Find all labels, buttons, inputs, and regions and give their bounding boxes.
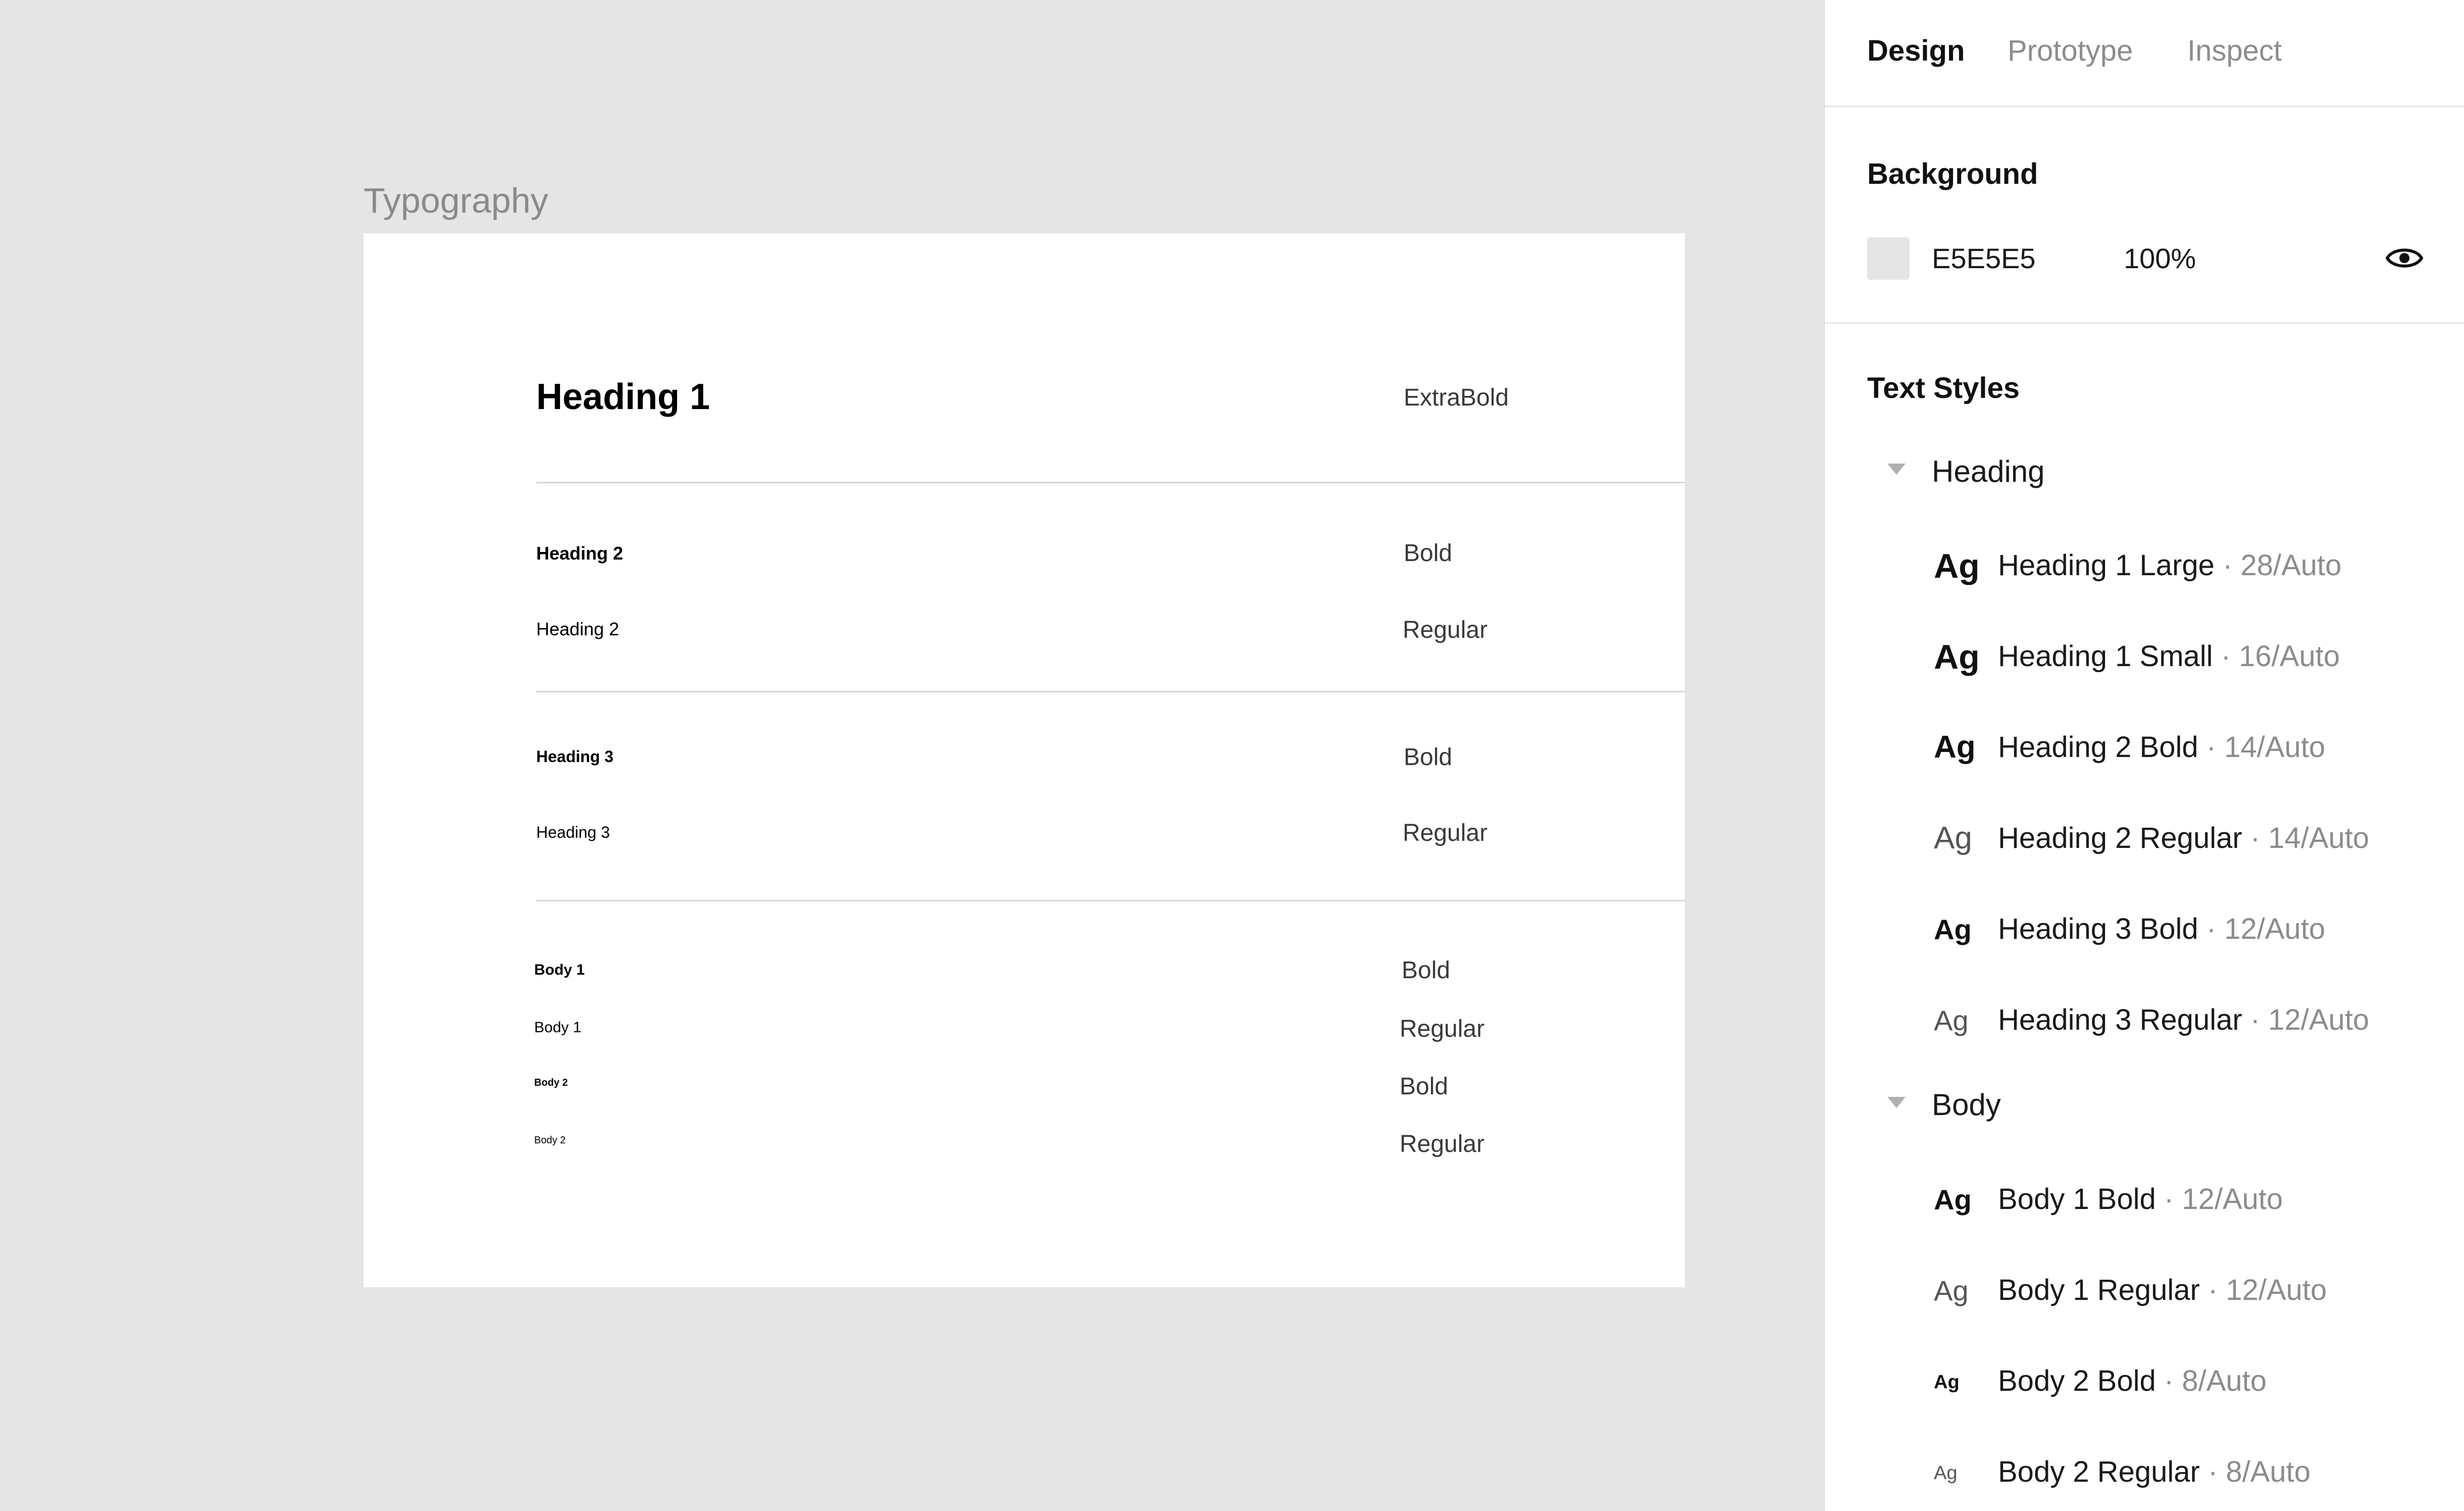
tab-prototype[interactable]: Prototype [2008,36,2133,66]
caret-down-icon[interactable] [1887,464,1906,475]
text-style-label: Heading 3 Regular [1998,1003,2242,1036]
row-weight-extrabold: ExtraBold [1404,384,1509,411]
tab-design[interactable]: Design [1867,36,1965,66]
row-name-body-2-regular: Body 2 [534,1135,566,1146]
row-name-heading-3-regular: Heading 3 [536,823,610,841]
text-style-name: Body 2 Regular · 8/Auto [1998,1457,2311,1487]
typography-frame[interactable]: Heading 1 ExtraBold Heading 2 Bold Headi… [364,233,1685,1287]
row-weight-regular: Regular [1403,820,1488,846]
text-style-label: Body 1 Bold [1998,1183,2156,1216]
text-style-preview-icon: Ag [1934,821,1972,855]
row-weight-bold: Bold [1404,744,1453,771]
text-style-size: · 8/Auto [2208,1455,2311,1488]
background-color-swatch[interactable] [1867,237,1910,280]
row-weight-regular: Regular [1400,1131,1485,1157]
tab-inspect[interactable]: Inspect [2187,36,2282,66]
text-style-size: · 14/Auto [2206,731,2326,764]
row-weight-bold: Bold [1402,957,1451,984]
text-style-label: Body 1 Regular [1998,1274,2200,1306]
text-style-preview-icon: Ag [1934,1184,1972,1216]
text-style-size: · 14/Auto [2250,822,2370,854]
text-style-size: · 8/Auto [2164,1365,2267,1397]
row-weight-regular: Regular [1400,1016,1485,1042]
text-style-preview-icon: Ag [1934,547,1980,585]
row-weight-bold: Bold [1400,1073,1449,1100]
section-divider [536,482,1685,483]
section-divider [1825,322,2464,324]
text-style-label: Body 2 Bold [1998,1365,2156,1397]
text-style-item[interactable]: Ag Body 2 Bold · 8/Auto [1825,1352,2464,1403]
text-style-item[interactable]: Ag Heading 2 Bold · 14/Auto [1825,719,2464,769]
text-style-item[interactable]: Ag Heading 1 Small · 16/Auto [1825,628,2464,678]
section-divider [536,691,1685,692]
row-name-heading-1: Heading 1 [536,377,710,417]
style-group-label: Heading [1932,455,2045,488]
text-style-label: Heading 2 Regular [1998,822,2242,854]
text-style-label: Heading 3 Bold [1998,913,2198,945]
row-name-heading-2-regular: Heading 2 [536,619,620,639]
text-style-item[interactable]: Ag Body 1 Regular · 12/Auto [1825,1262,2464,1312]
background-hex-value[interactable]: E5E5E5 [1932,244,2036,273]
text-style-item[interactable]: Ag Heading 2 Regular · 14/Auto [1825,810,2464,860]
text-style-preview-icon: Ag [1934,1372,1960,1393]
background-fill-row: E5E5E5 100% [1867,236,2428,281]
text-style-item[interactable]: Ag Body 2 Regular · 8/Auto [1825,1443,2464,1494]
properties-panel: Design Prototype Inspect Background E5E5… [1824,0,2464,1511]
text-style-size: · 28/Auto [2223,549,2342,582]
text-style-preview-icon: Ag [1934,638,1980,676]
text-style-size: · 12/Auto [2206,913,2326,945]
row-weight-regular: Regular [1403,617,1488,643]
background-section-title: Background [1867,158,2038,190]
text-style-name: Heading 3 Regular · 12/Auto [1998,1005,2369,1035]
text-style-label: Body 2 Regular [1998,1455,2200,1488]
text-style-preview-icon: Ag [1934,1463,1958,1484]
row-name-heading-3-bold: Heading 3 [536,747,613,766]
text-style-item[interactable]: Ag Heading 3 Regular · 12/Auto [1825,991,2464,1042]
text-style-label: Heading 2 Bold [1998,731,2198,764]
text-style-item[interactable]: Ag Heading 1 Large · 28/Auto [1825,537,2464,587]
section-divider [536,900,1685,901]
row-name-heading-2-bold: Heading 2 [536,543,624,564]
text-style-size: · 12/Auto [2208,1274,2327,1306]
text-style-size: · 12/Auto [2164,1183,2283,1216]
text-style-preview-icon: Ag [1934,1004,1969,1036]
panel-tabs: Design Prototype Inspect [1825,0,2464,107]
row-name-body-1-bold: Body 1 [534,962,585,978]
text-style-name: Body 2 Bold · 8/Auto [1998,1367,2267,1396]
style-group-heading[interactable]: Heading [1867,451,2423,492]
text-style-preview-icon: Ag [1934,1275,1969,1306]
text-style-label: Heading 1 Large [1998,549,2215,582]
text-style-name: Heading 2 Regular · 14/Auto [1998,824,2369,853]
row-weight-bold: Bold [1404,540,1453,567]
text-style-item[interactable]: Ag Body 1 Bold · 12/Auto [1825,1171,2464,1221]
caret-down-icon[interactable] [1887,1097,1906,1108]
text-style-preview-icon: Ag [1934,730,1976,765]
row-name-body-1-regular: Body 1 [534,1019,582,1036]
text-styles-section-title: Text Styles [1867,372,2020,405]
background-opacity-value[interactable]: 100% [2124,244,2196,273]
row-name-body-2-bold: Body 2 [534,1077,568,1088]
text-style-label: Heading 1 Small [1998,640,2213,673]
text-style-name: Body 1 Regular · 12/Auto [1998,1276,2327,1305]
text-style-name: Body 1 Bold · 12/Auto [1998,1185,2283,1214]
text-style-size: · 16/Auto [2221,640,2340,673]
text-style-name: Heading 3 Bold · 12/Auto [1998,915,2325,944]
text-style-preview-icon: Ag [1934,914,1972,945]
text-style-name: Heading 1 Large · 28/Auto [1998,551,2341,580]
style-group-label: Body [1932,1088,2001,1122]
frame-label[interactable]: Typography [364,183,548,218]
design-canvas[interactable]: Typography Heading 1 ExtraBold Heading 2… [0,0,1824,1511]
eye-icon[interactable] [2384,240,2425,276]
text-style-item[interactable]: Ag Heading 3 Bold · 12/Auto [1825,900,2464,951]
style-group-body[interactable]: Body [1867,1085,2423,1125]
text-style-name: Heading 2 Bold · 14/Auto [1998,733,2325,762]
text-style-size: · 12/Auto [2250,1003,2370,1036]
text-style-name: Heading 1 Small · 16/Auto [1998,642,2340,671]
